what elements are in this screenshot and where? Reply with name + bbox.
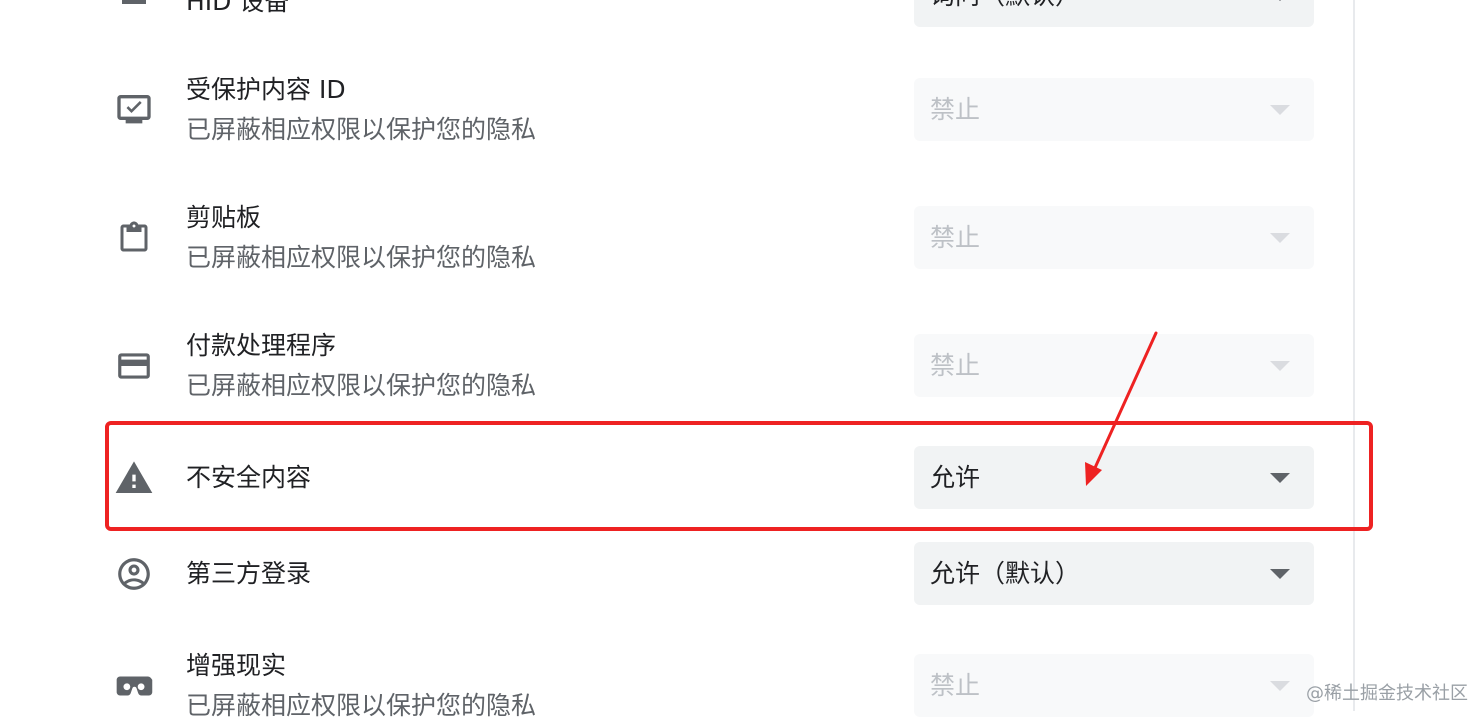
setting-title: 增强现实 xyxy=(186,651,287,680)
vr-headset-icon xyxy=(114,666,154,706)
chevron-down-icon xyxy=(1270,681,1290,691)
chevron-down-icon xyxy=(1270,105,1290,115)
chevron-down-icon xyxy=(1270,233,1290,243)
credit-card-icon xyxy=(114,346,154,386)
chevron-down-icon xyxy=(1270,0,1290,1)
chevron-down-icon xyxy=(1270,361,1290,371)
setting-subtitle: 已屏蔽相应权限以保护您的隐私 xyxy=(186,691,537,720)
select-value: 禁止 xyxy=(930,95,981,124)
select-value: 禁止 xyxy=(930,223,981,252)
usb-device-icon xyxy=(114,0,154,18)
setting-subtitle: 已屏蔽相应权限以保护您的隐私 xyxy=(186,115,537,144)
setting-title: 不安全内容 xyxy=(186,463,312,492)
account-circle-icon xyxy=(114,554,154,594)
augmented-reality-select[interactable]: 禁止 xyxy=(914,654,1314,717)
chevron-down-icon xyxy=(1270,569,1290,579)
select-value: 禁止 xyxy=(930,351,981,380)
select-value: 询问（默认） xyxy=(930,0,1080,10)
setting-title: 受保护内容 ID xyxy=(186,75,346,104)
payment-handlers-select[interactable]: 禁止 xyxy=(914,334,1314,397)
chevron-down-icon xyxy=(1270,473,1290,483)
third-party-sign-in-select[interactable]: 允许（默认） xyxy=(914,542,1314,605)
protected-content-select[interactable]: 禁止 xyxy=(914,78,1314,141)
setting-title: 付款处理程序 xyxy=(186,331,337,360)
clipboard-select[interactable]: 禁止 xyxy=(914,206,1314,269)
watermark-text: @稀土掘金技术社区 xyxy=(1306,683,1468,704)
site-settings-page: HID 设备 询问（默认） 受保护内容 ID 已屏蔽相应权限以保护您的隐私 禁止… xyxy=(0,0,1354,720)
warning-icon xyxy=(114,458,154,498)
insecure-content-select[interactable]: 允许 xyxy=(914,446,1314,509)
right-blank-pane xyxy=(1355,0,1475,711)
setting-title: 剪贴板 xyxy=(186,203,262,232)
hid-devices-select[interactable]: 询问（默认） xyxy=(914,0,1314,27)
select-value: 允许（默认） xyxy=(930,559,1081,588)
setting-title: HID 设备 xyxy=(186,0,290,16)
setting-subtitle: 已屏蔽相应权限以保护您的隐私 xyxy=(186,243,537,272)
clipboard-icon xyxy=(114,218,154,258)
setting-title: 第三方登录 xyxy=(186,559,312,588)
select-value: 禁止 xyxy=(930,671,981,700)
setting-subtitle: 已屏蔽相应权限以保护您的隐私 xyxy=(186,371,537,400)
protected-content-icon xyxy=(114,90,154,130)
select-value: 允许 xyxy=(930,463,981,492)
